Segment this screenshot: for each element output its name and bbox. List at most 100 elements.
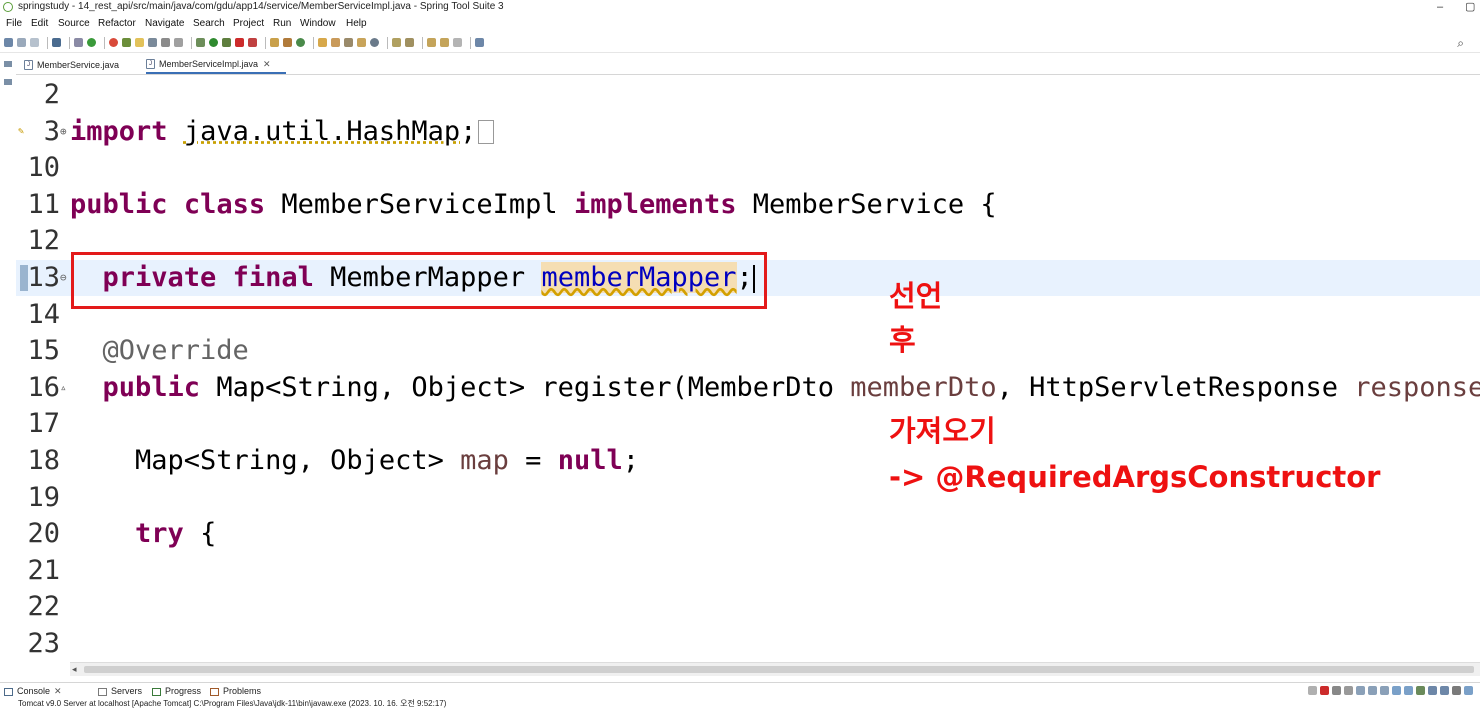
code-line[interactable]: 17 [16, 406, 1480, 442]
restore-button[interactable]: ▢ [1465, 0, 1475, 14]
code-line[interactable]: 22 [16, 589, 1480, 625]
code-token: @Override [102, 335, 249, 367]
code-text[interactable]: public Map<String, Object> register(Memb… [70, 370, 1480, 406]
search-icon[interactable]: ⌕ [1457, 36, 1464, 51]
code-editor[interactable]: 2 ✎ 3 ⊕ import java.util.HashMap; 10 11 public … [16, 75, 1480, 662]
tab-label: Problems [223, 686, 262, 696]
code-line[interactable]: 15 @Override [16, 333, 1480, 369]
new-icon[interactable] [4, 38, 13, 47]
menu-navigate[interactable]: Navigate [145, 15, 184, 32]
new-package-icon[interactable] [283, 38, 292, 47]
word-wrap-icon[interactable] [1380, 686, 1389, 695]
last-edit-icon[interactable] [427, 38, 436, 47]
code-text[interactable]: Map<String, Object> map = null; [70, 443, 639, 479]
menu-edit[interactable]: Edit [31, 15, 48, 32]
forward-icon[interactable] [453, 38, 462, 47]
fold-toggle-icon[interactable]: ▵ [60, 370, 67, 406]
tab-console[interactable]: Console ✕ [4, 683, 62, 700]
show-whitespace-icon[interactable] [161, 38, 170, 47]
spring-icon[interactable] [109, 38, 118, 47]
show-on-stderr-icon[interactable] [1404, 686, 1413, 695]
save-all-icon[interactable] [30, 38, 39, 47]
code-line[interactable]: 21 [16, 553, 1480, 589]
run-icon[interactable] [209, 38, 218, 47]
folder-icon[interactable] [357, 38, 366, 47]
tab-progress[interactable]: Progress [152, 683, 201, 700]
tab-member-service-impl[interactable]: J MemberServiceImpl.java ✕ [146, 56, 286, 74]
skip-breakpoints-icon[interactable] [74, 38, 83, 47]
package-explorer-icon[interactable] [4, 79, 12, 85]
new-java-project-icon[interactable] [270, 38, 279, 47]
fold-toggle-icon[interactable]: ⊖ [60, 260, 67, 296]
code-line[interactable]: ✎ 3 ⊕ import java.util.HashMap; [16, 114, 1480, 150]
highlight-icon[interactable] [135, 38, 144, 47]
open-task-icon[interactable] [331, 38, 340, 47]
close-icon[interactable]: ✕ [54, 683, 62, 700]
display-console-icon[interactable] [1428, 686, 1437, 695]
code-line[interactable]: 11 public class MemberServiceImpl impleme… [16, 187, 1480, 223]
globe-icon[interactable] [370, 38, 379, 47]
code-text[interactable]: @Override [70, 333, 249, 369]
code-text[interactable]: try { [70, 516, 216, 552]
tab-servers[interactable]: Servers [98, 683, 142, 700]
minimize-button[interactable]: – [1437, 0, 1443, 14]
fold-toggle-icon[interactable]: ⊕ [60, 114, 67, 150]
menu-search[interactable]: Search [193, 15, 225, 32]
horizontal-scrollbar[interactable]: ◂ [70, 662, 1480, 676]
next-annotation-icon[interactable] [392, 38, 401, 47]
terminate-all-icon[interactable] [1308, 686, 1317, 695]
scroll-lock-icon[interactable] [1368, 686, 1377, 695]
menu-source[interactable]: Source [58, 15, 90, 32]
open-perspective-icon[interactable] [475, 38, 484, 47]
quick-search-icon[interactable] [122, 38, 131, 47]
terminal-icon[interactable] [52, 38, 61, 47]
save-icon[interactable] [17, 38, 26, 47]
boot-dashboard-icon[interactable] [87, 38, 96, 47]
code-line[interactable]: 2 [16, 77, 1480, 113]
folded-imports-box[interactable] [478, 120, 495, 145]
remove-all-icon[interactable] [1344, 686, 1353, 695]
view-menu-icon[interactable] [1452, 686, 1461, 695]
restore-view-icon[interactable] [4, 61, 12, 67]
menu-window[interactable]: Window [300, 15, 336, 32]
code-line[interactable]: 16 ▵ public Map<String, Object> register(… [16, 370, 1480, 406]
open-type-icon[interactable] [318, 38, 327, 47]
stop-icon[interactable] [1320, 686, 1329, 695]
new-class-icon[interactable] [296, 38, 305, 47]
back-icon[interactable] [440, 38, 449, 47]
relaunch-icon[interactable] [248, 38, 257, 47]
maximize-icon[interactable] [1464, 686, 1473, 695]
annotation-icon[interactable] [344, 38, 353, 47]
line-number: 16 [27, 371, 60, 403]
problems-icon [210, 687, 219, 696]
pin-console-icon[interactable] [1416, 686, 1425, 695]
stop-icon[interactable] [235, 38, 244, 47]
menu-help[interactable]: Help [346, 15, 367, 32]
code-line[interactable]: 20 try { [16, 516, 1480, 552]
prev-annotation-icon[interactable] [405, 38, 414, 47]
scroll-thumb[interactable] [84, 666, 1474, 673]
console-icon [4, 687, 13, 696]
close-icon[interactable]: ✕ [263, 55, 271, 73]
pilcrow-icon[interactable] [174, 38, 183, 47]
remove-launch-icon[interactable] [1332, 686, 1341, 695]
tab-problems[interactable]: Problems [210, 683, 261, 700]
code-line[interactable]: 10 [16, 150, 1480, 186]
code-token: implements [573, 188, 737, 220]
scroll-left-icon[interactable]: ◂ [72, 663, 77, 676]
menu-run[interactable]: Run [273, 15, 291, 32]
block-select-icon[interactable] [148, 38, 157, 47]
code-text[interactable]: public class MemberServiceImpl implement… [70, 187, 997, 223]
show-on-stdout-icon[interactable] [1392, 686, 1401, 695]
run-external-icon[interactable] [222, 38, 231, 47]
menu-refactor[interactable]: Refactor [98, 15, 136, 32]
editor-tab-bar: J MemberService.java J MemberServiceImpl… [16, 56, 1480, 75]
clear-console-icon[interactable] [1356, 686, 1365, 695]
debug-icon[interactable] [196, 38, 205, 47]
open-console-icon[interactable] [1440, 686, 1449, 695]
code-text[interactable]: import java.util.HashMap; [70, 114, 495, 150]
menu-project[interactable]: Project [233, 15, 264, 32]
code-line[interactable]: 23 [16, 626, 1480, 662]
tab-member-service[interactable]: J MemberService.java [24, 56, 136, 74]
menu-file[interactable]: File [6, 15, 22, 32]
